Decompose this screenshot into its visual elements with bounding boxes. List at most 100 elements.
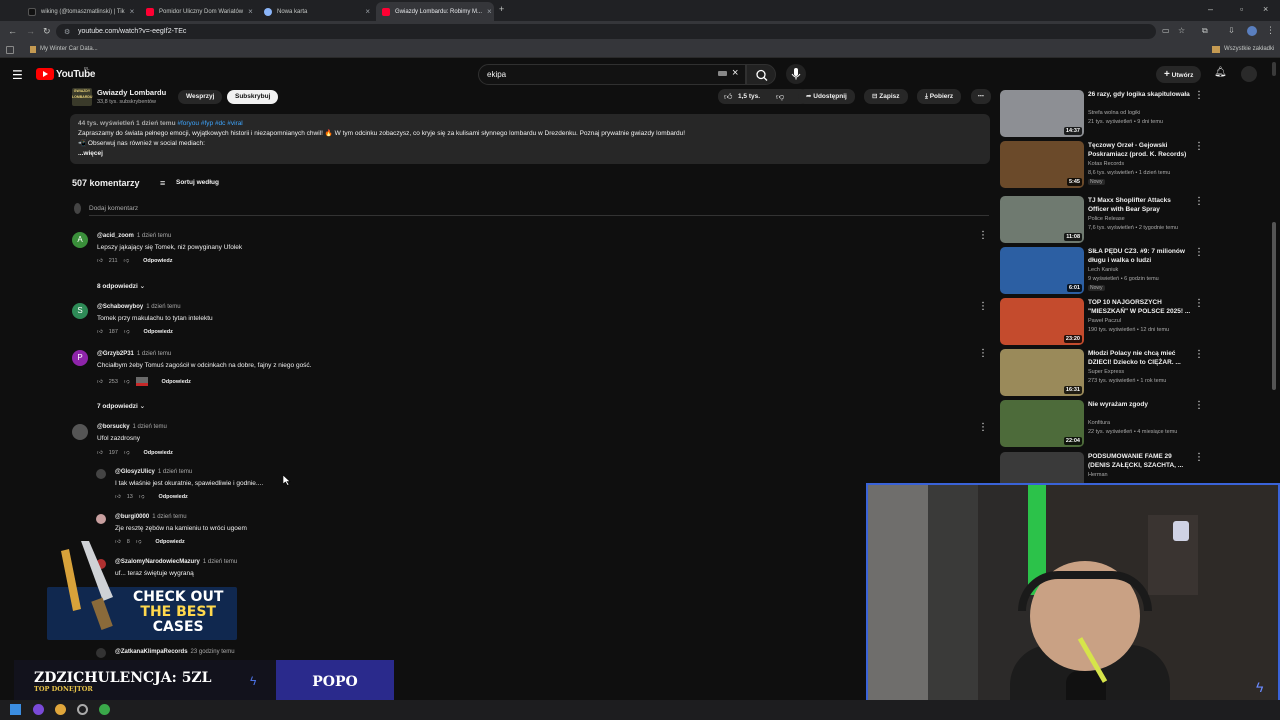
browser-tab-1[interactable]: wiking (@tomaszmatlinski) | Tik ×: [22, 2, 140, 21]
comment-time[interactable]: 1 dzień temu: [133, 424, 167, 430]
dislike-icon[interactable]: 👎︎: [124, 450, 130, 456]
video-channel[interactable]: Herman: [1088, 472, 1108, 478]
video-title[interactable]: 26 razy, gdy logika skapitulowała: [1088, 90, 1192, 99]
reply-button[interactable]: Odpowiedz: [143, 258, 172, 264]
recommended-video[interactable]: 5:45 Tęczowy Orzeł - Gejowski Poskramiacz…: [1000, 141, 1204, 189]
hamburger-menu-icon[interactable]: ☰: [12, 68, 23, 82]
comment-menu-icon[interactable]: ⋮: [978, 230, 988, 241]
browser-tab-4-active[interactable]: Gwiazdy Lombardu: Robimy M... ×: [376, 2, 494, 21]
add-comment-input[interactable]: Dodaj komentarz: [89, 205, 138, 212]
video-thumbnail[interactable]: 6:01: [1000, 247, 1084, 294]
bookmark-star-icon[interactable]: ☆: [1178, 26, 1185, 35]
comment-menu-icon[interactable]: ⋮: [978, 348, 988, 359]
like-count[interactable]: 1,5 tys.: [738, 93, 760, 100]
video-menu-icon[interactable]: ⋮: [1194, 196, 1204, 207]
reply-author[interactable]: @GlosyzUlicy: [115, 469, 155, 475]
new-tab-icon[interactable]: +: [499, 4, 504, 14]
like-icon[interactable]: 👍︎: [115, 494, 121, 500]
video-title[interactable]: TOP 10 NAJGORSZYCH "MIESZKAŃ" W POLSCE 2…: [1088, 298, 1192, 316]
video-thumbnail[interactable]: 5:45: [1000, 141, 1084, 188]
video-description[interactable]: 44 tys. wyświetleń 1 dzień temu #foryou …: [70, 114, 990, 164]
recommended-video[interactable]: 22:04 Nie wyrażam zgody Konfitura 22 tys. w…: [1000, 400, 1204, 448]
comment-author[interactable]: @Schabowyboy: [97, 304, 143, 310]
all-bookmarks-link[interactable]: Wszystkie zakładki: [1224, 46, 1274, 52]
video-channel[interactable]: Paweł Paczul: [1088, 318, 1121, 324]
close-window-icon[interactable]: ×: [1263, 4, 1268, 14]
video-title[interactable]: Tęczowy Orzeł - Gejowski Poskramiacz (pr…: [1088, 141, 1192, 159]
comment-author[interactable]: @acid_zoom: [97, 233, 134, 239]
video-title[interactable]: Nie wyrażam zgody: [1088, 400, 1192, 409]
share-button[interactable]: ➦ Udostępnij: [798, 89, 855, 104]
video-title[interactable]: TJ Maxx Shoplifter Attacks Officer with …: [1088, 196, 1192, 214]
reply-avatar[interactable]: [96, 469, 106, 479]
url-field[interactable]: youtube.com/watch?v=-eegIf2-TEc: [56, 24, 1156, 39]
browser-tab-3[interactable]: Nowa karta ×: [258, 2, 376, 21]
clear-search-icon[interactable]: ×: [732, 67, 738, 79]
more-actions-button[interactable]: ⋯: [971, 89, 991, 104]
reply-button[interactable]: Odpowiedz: [158, 494, 187, 500]
recommended-video[interactable]: 11:08 TJ Maxx Shoplifter Attacks Officer …: [1000, 196, 1204, 244]
comment-avatar[interactable]: P: [72, 350, 88, 366]
reply-avatar[interactable]: [96, 648, 106, 658]
maximize-icon[interactable]: ▫: [1240, 4, 1243, 14]
site-info-icon[interactable]: ⚙: [64, 28, 70, 36]
create-button[interactable]: + Utwórz: [1156, 66, 1202, 83]
youtube-logo-icon[interactable]: [36, 68, 54, 80]
comment-time[interactable]: 1 dzień temu: [137, 233, 171, 239]
video-thumbnail[interactable]: 22:04: [1000, 400, 1084, 447]
video-title[interactable]: PODSUMOWANIE FAME 29 (DENIS ZAŁĘCKI, SZA…: [1088, 452, 1192, 470]
comment-menu-icon[interactable]: ⋮: [978, 422, 988, 433]
back-icon[interactable]: ←: [8, 26, 17, 36]
comment-time[interactable]: 1 dzień temu: [137, 351, 171, 357]
search-input[interactable]: ekipa: [478, 64, 746, 85]
comment-time[interactable]: 1 dzień temu: [146, 304, 180, 310]
like-icon[interactable]: 👍︎: [724, 92, 732, 102]
sort-icon[interactable]: ≡: [160, 178, 165, 188]
reply-author[interactable]: @burgi0000: [115, 514, 149, 520]
like-icon[interactable]: 👍︎: [97, 450, 103, 456]
dislike-icon[interactable]: 👎︎: [136, 539, 142, 545]
reply-author[interactable]: @SzalomyNarodowiecMazury: [115, 559, 200, 565]
save-button[interactable]: ⊟ Zapisz: [864, 89, 908, 104]
download-icon[interactable]: ⇩: [1228, 26, 1235, 35]
video-menu-icon[interactable]: ⋮: [1194, 452, 1204, 463]
browser-menu-icon[interactable]: ⋮: [1266, 25, 1275, 36]
chrome-icon[interactable]: [55, 704, 66, 715]
reply-button[interactable]: Odpowiedz: [155, 539, 184, 545]
video-channel[interactable]: Lech Kaniuk: [1088, 267, 1118, 273]
recommended-video[interactable]: 6:01 SIŁA PĘDU CZ3. #9: 7 milionów długu …: [1000, 247, 1204, 295]
recommended-video[interactable]: 23:20 TOP 10 NAJGORSZYCH "MIESZKAŃ" W POL…: [1000, 298, 1204, 346]
show-replies-button[interactable]: 7 odpowiedzi ⌄: [97, 402, 145, 410]
reply-time[interactable]: 1 dzień temu: [158, 469, 192, 475]
comment-avatar[interactable]: [72, 424, 88, 440]
video-menu-icon[interactable]: ⋮: [1194, 400, 1204, 411]
reply-button[interactable]: Odpowiedz: [144, 329, 173, 335]
close-tab-icon[interactable]: ×: [130, 7, 135, 16]
video-title[interactable]: SIŁA PĘDU CZ3. #9: 7 milionów długu i wa…: [1088, 247, 1192, 265]
recommended-video[interactable]: 14:37 26 razy, gdy logika skapitulowała St…: [1000, 90, 1204, 138]
cast-icon[interactable]: ▭: [1162, 26, 1170, 35]
forward-icon[interactable]: →: [26, 26, 35, 36]
extensions-icon[interactable]: ⧉: [1202, 26, 1208, 36]
video-menu-icon[interactable]: ⋮: [1194, 90, 1204, 101]
comment-avatar[interactable]: S: [72, 303, 88, 319]
subscribe-button[interactable]: Subskrybuj: [227, 90, 279, 104]
close-tab-icon[interactable]: ×: [365, 7, 370, 16]
close-tab-icon[interactable]: ×: [487, 7, 492, 16]
sidebar-scrollbar[interactable]: [1272, 222, 1276, 390]
app-icon[interactable]: [33, 704, 44, 715]
dislike-icon[interactable]: 👎︎: [139, 494, 145, 500]
comment-author[interactable]: @borsucky: [97, 424, 130, 430]
show-replies-button[interactable]: 8 odpowiedzi ⌄: [97, 282, 145, 290]
video-menu-icon[interactable]: ⋮: [1194, 349, 1204, 360]
reload-icon[interactable]: ↻: [43, 26, 51, 37]
browser-tab-2[interactable]: Pomidor Uliczny Dom Wariatów ×: [140, 2, 258, 21]
obs-icon[interactable]: [77, 704, 88, 715]
bookmark-item[interactable]: My Winter Car Data...: [40, 46, 98, 52]
account-avatar[interactable]: [1241, 66, 1257, 82]
video-channel[interactable]: Konfitura: [1088, 420, 1110, 426]
video-channel[interactable]: Kotas Records: [1088, 161, 1124, 167]
like-icon[interactable]: 👍︎: [97, 329, 103, 335]
reply-avatar[interactable]: [96, 514, 106, 524]
reply-author[interactable]: @ZatkanaKlimpaRecords: [115, 649, 188, 655]
